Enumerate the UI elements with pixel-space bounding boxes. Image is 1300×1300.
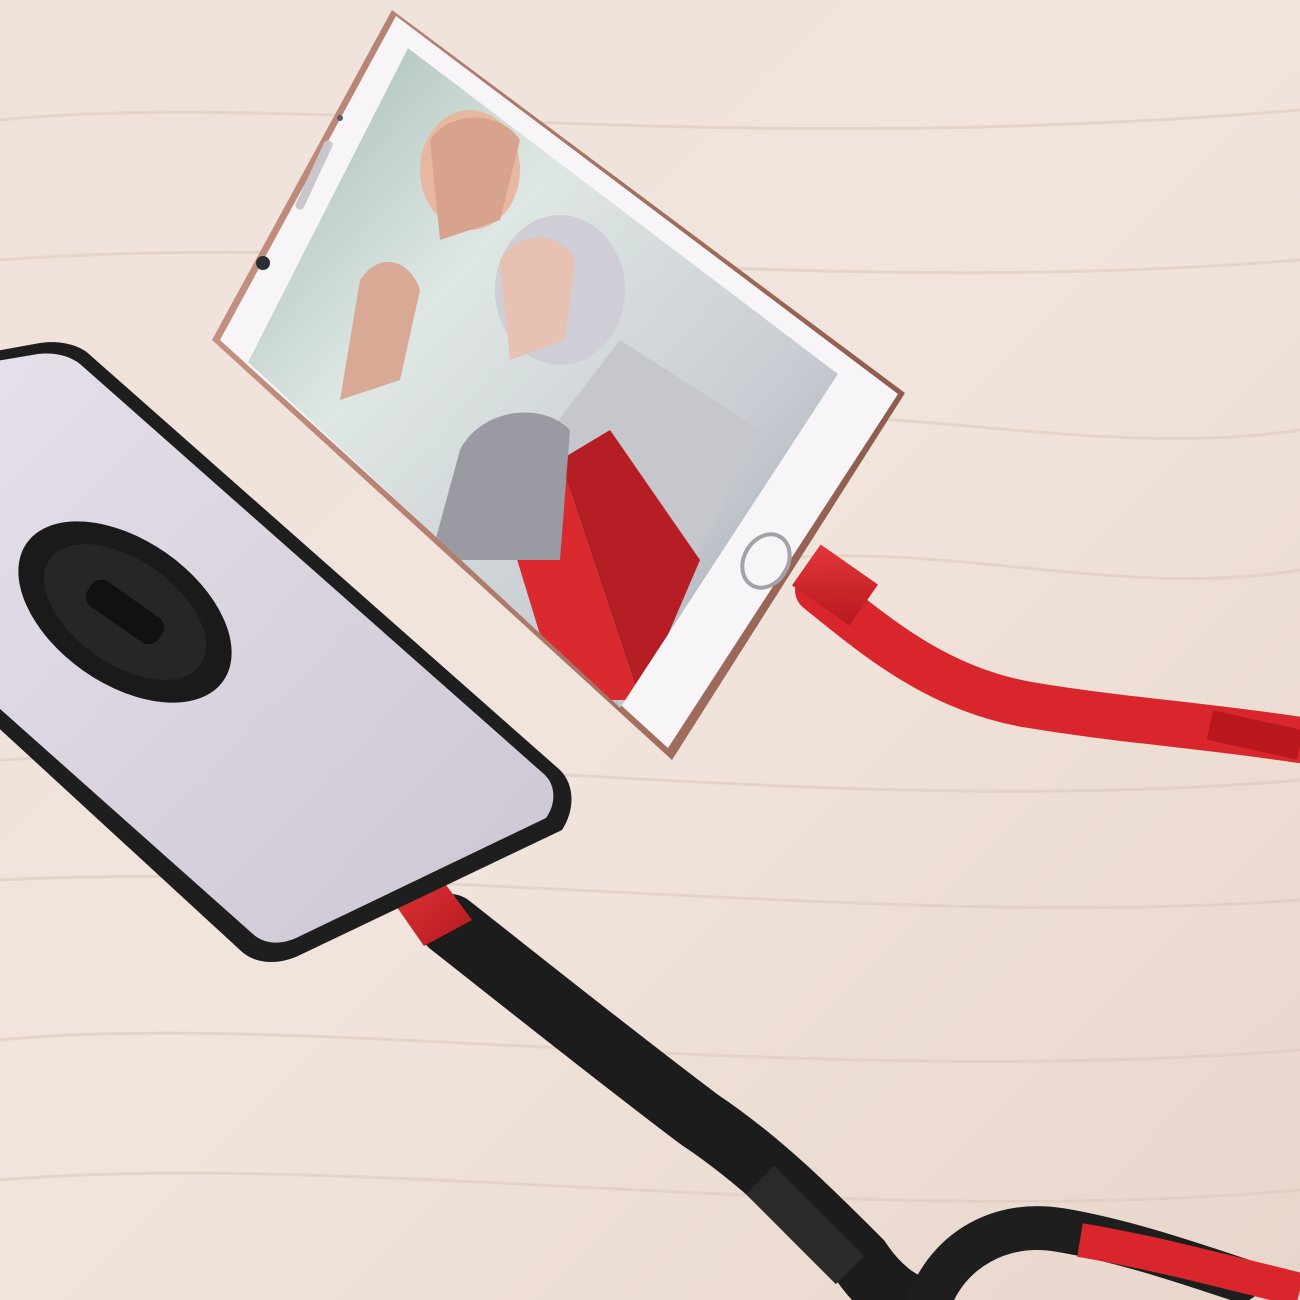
sensor — [337, 115, 343, 121]
product-photo — [0, 0, 1300, 1300]
front-camera — [256, 256, 270, 270]
